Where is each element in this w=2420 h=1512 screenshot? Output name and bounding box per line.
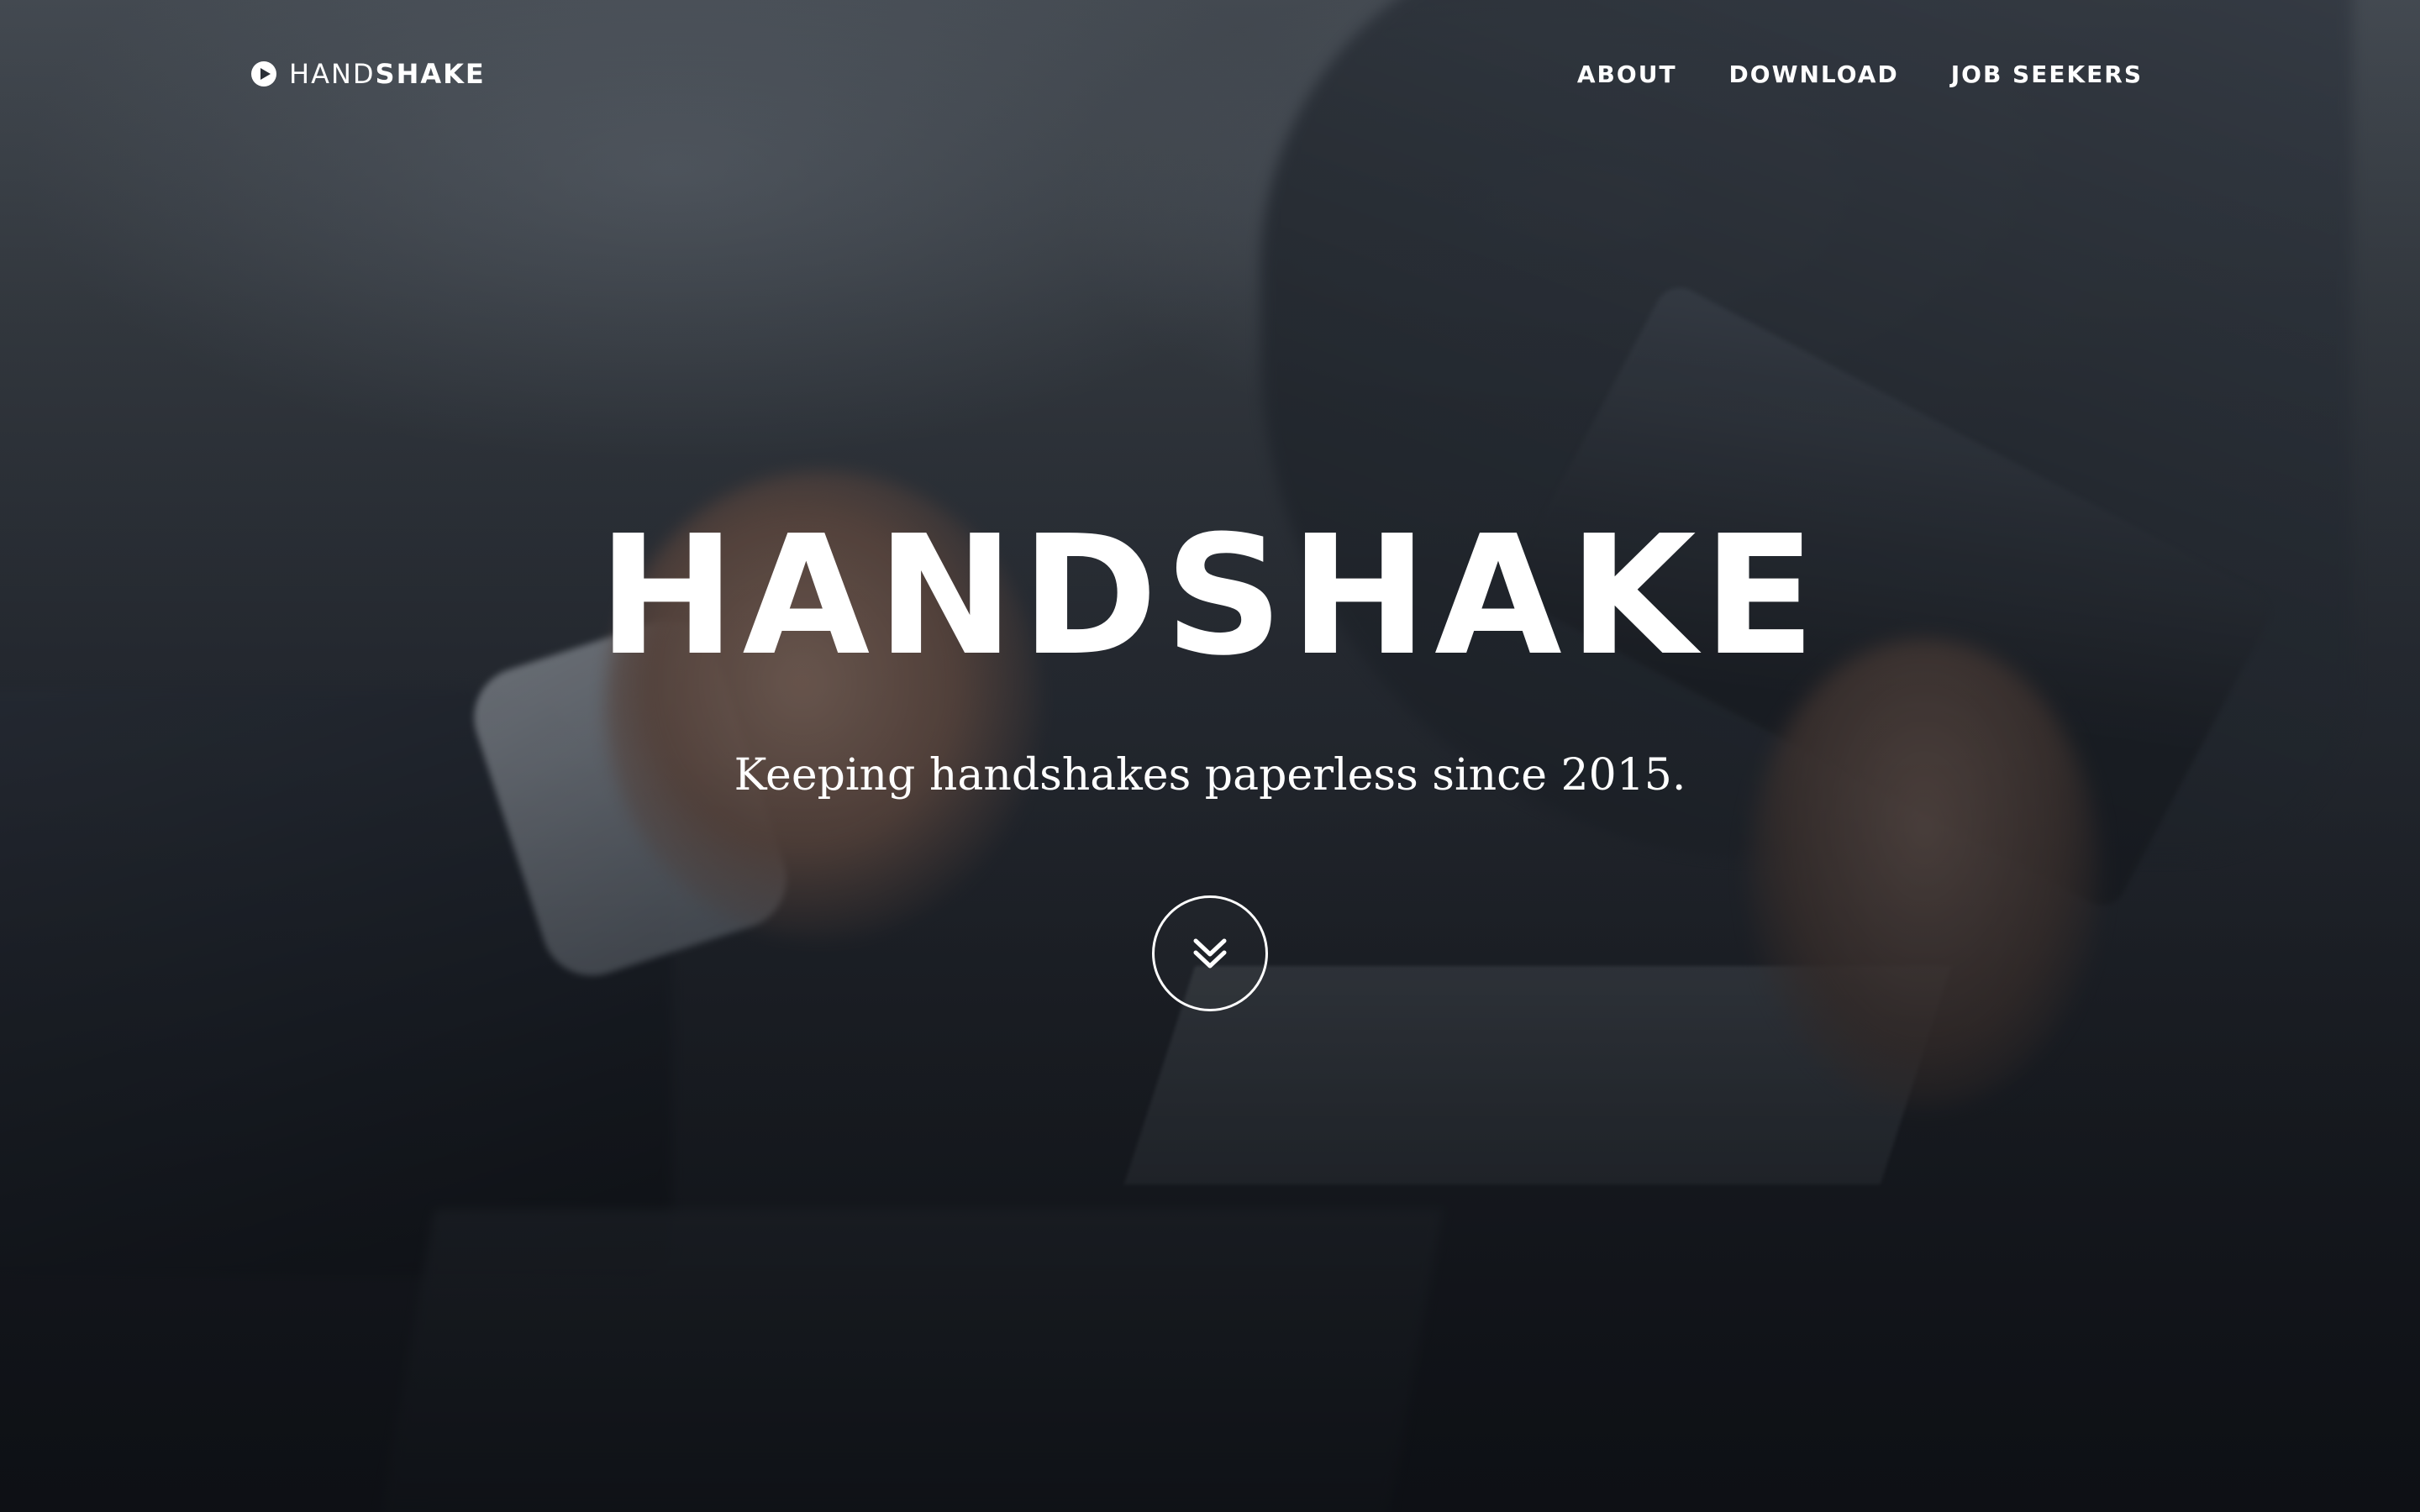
scroll-down-button[interactable] xyxy=(1152,895,1268,1011)
brand-name-light: HAND xyxy=(289,58,376,90)
nav-link-job-seekers[interactable]: JOB SEEKERS xyxy=(1951,60,2143,88)
nav-links: ABOUT DOWNLOAD JOB SEEKERS xyxy=(1577,57,2143,91)
hero-section: HANDSHAKE ABOUT DOWNLOAD JOB SEEKERS HAN… xyxy=(0,0,2420,1512)
nav-link-about[interactable]: ABOUT xyxy=(1577,60,1677,88)
background-photo-document xyxy=(1123,966,1952,1184)
hero-title: HANDSHAKE xyxy=(597,501,1823,692)
background-photo-paper-bottom xyxy=(371,1210,1444,1512)
play-circle-icon xyxy=(250,60,277,87)
double-chevron-down-icon xyxy=(1189,932,1231,974)
nav-link-download[interactable]: DOWNLOAD xyxy=(1729,60,1899,88)
hero-subtitle: Keeping handshakes paperless since 2015. xyxy=(734,750,1686,801)
brand-name-bold: SHAKE xyxy=(375,58,486,90)
brand-logo-link[interactable]: HANDSHAKE xyxy=(250,57,486,91)
navbar: HANDSHAKE ABOUT DOWNLOAD JOB SEEKERS xyxy=(0,0,2420,151)
brand-name: HANDSHAKE xyxy=(289,58,486,90)
background-photo-hand-right xyxy=(1748,638,2101,1109)
